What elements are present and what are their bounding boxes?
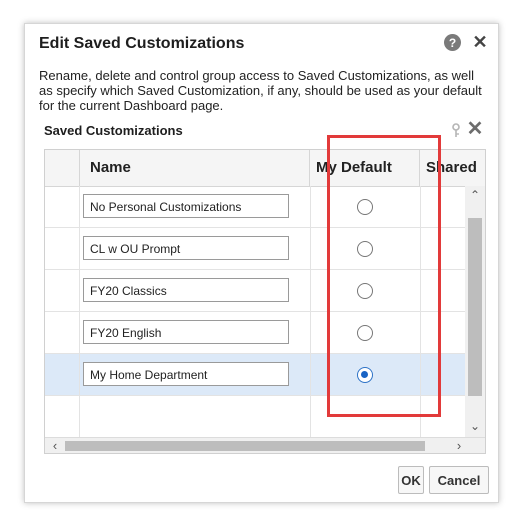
name-cell: No Personal Customizations <box>79 186 311 227</box>
name-input[interactable]: FY20 English <box>83 320 289 344</box>
dialog-title: Edit Saved Customizations <box>39 35 245 52</box>
table-row-selected[interactable]: My Home Department <box>45 354 465 396</box>
delete-icon[interactable]: ✕ <box>465 119 485 139</box>
default-radio-checked[interactable] <box>357 367 373 383</box>
header-row-selector <box>45 150 80 186</box>
cancel-button[interactable]: Cancel <box>429 466 489 494</box>
horizontal-scroll-thumb[interactable] <box>65 441 425 451</box>
default-cell <box>310 396 421 437</box>
scroll-down-icon[interactable]: ⌄ <box>465 419 485 433</box>
section-title: Saved Customizations <box>44 123 183 138</box>
saved-customizations-table: Name My Default Shared No Personal Custo… <box>44 149 486 454</box>
scroll-up-icon[interactable]: ⌃ <box>465 188 485 202</box>
row-selector[interactable] <box>45 354 80 395</box>
name-input[interactable]: My Home Department <box>83 362 289 386</box>
name-cell: FY20 English <box>79 312 311 353</box>
row-selector[interactable] <box>45 186 80 227</box>
name-input[interactable]: FY20 Classics <box>83 278 289 302</box>
row-selector[interactable] <box>45 228 80 269</box>
name-cell: My Home Department <box>79 354 311 395</box>
help-icon[interactable]: ? <box>444 34 461 51</box>
edit-saved-customizations-dialog: Edit Saved Customizations ? ✕ Rename, de… <box>24 23 499 503</box>
row-selector <box>45 396 80 437</box>
table-header: Name My Default Shared <box>45 150 485 187</box>
vertical-scroll-thumb[interactable] <box>468 218 482 396</box>
table-row-empty <box>45 396 465 437</box>
default-cell <box>310 186 421 227</box>
dialog-titlebar: Edit Saved Customizations ? ✕ <box>25 24 498 64</box>
close-icon[interactable]: ✕ <box>471 32 489 52</box>
table-row[interactable]: CL w OU Prompt <box>45 228 465 270</box>
name-input[interactable]: CL w OU Prompt <box>83 236 289 260</box>
ok-button[interactable]: OK <box>398 466 424 494</box>
name-input[interactable]: No Personal Customizations <box>83 194 289 218</box>
table-row[interactable]: No Personal Customizations <box>45 186 465 228</box>
default-cell <box>310 312 421 353</box>
horizontal-scrollbar[interactable]: ‹ › <box>45 437 485 453</box>
scroll-right-icon[interactable]: › <box>451 438 467 453</box>
name-cell: CL w OU Prompt <box>79 228 311 269</box>
default-radio[interactable] <box>357 199 373 215</box>
row-selector[interactable] <box>45 270 80 311</box>
scroll-left-icon[interactable]: ‹ <box>47 438 63 453</box>
default-cell <box>310 228 421 269</box>
name-cell <box>79 396 311 437</box>
table-row[interactable]: FY20 English <box>45 312 465 354</box>
row-selector[interactable] <box>45 312 80 353</box>
dialog-description: Rename, delete and control group access … <box>39 68 482 113</box>
column-header-shared[interactable]: Shared <box>420 150 485 186</box>
default-cell <box>310 354 421 395</box>
vertical-scrollbar[interactable]: ⌃ ⌄ <box>465 186 485 437</box>
column-header-my-default[interactable]: My Default <box>310 150 420 186</box>
default-radio[interactable] <box>357 325 373 341</box>
default-radio[interactable] <box>357 283 373 299</box>
table-row[interactable]: FY20 Classics <box>45 270 465 312</box>
default-radio[interactable] <box>357 241 373 257</box>
column-header-name[interactable]: Name <box>79 150 310 186</box>
name-cell: FY20 Classics <box>79 270 311 311</box>
key-icon[interactable] <box>450 123 462 138</box>
default-cell <box>310 270 421 311</box>
